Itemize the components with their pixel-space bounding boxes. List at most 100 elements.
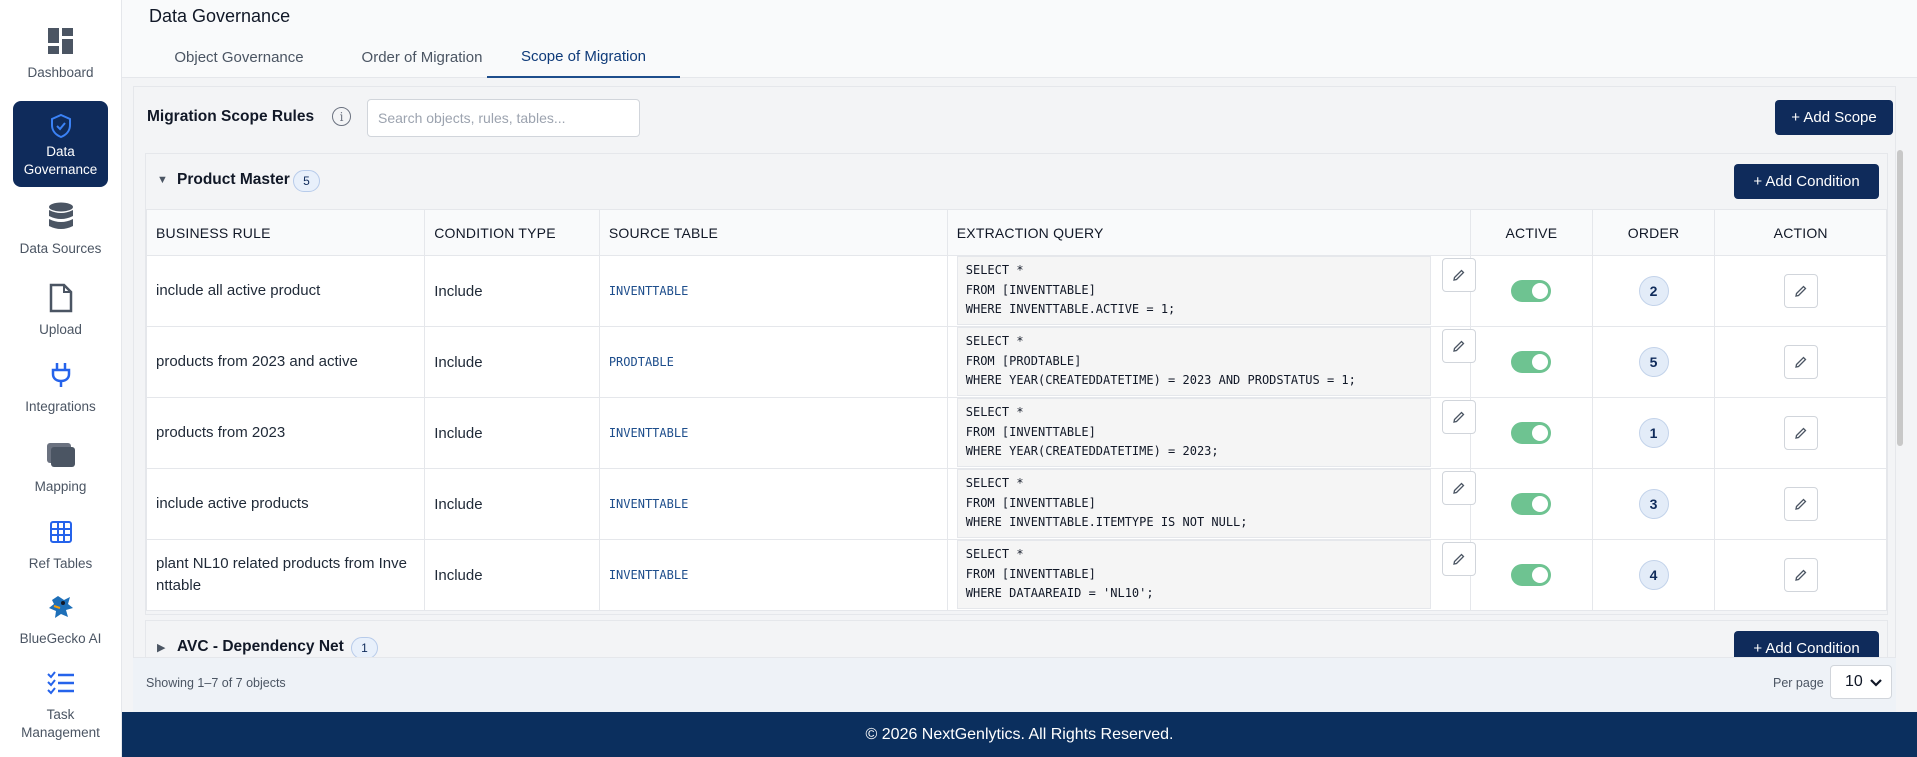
sidebar-item-mapping[interactable]: Mapping — [13, 440, 108, 496]
sidebar-item-upload[interactable]: Upload — [13, 283, 108, 339]
order-cell: 4 — [1591, 539, 1716, 611]
tab-object-governance[interactable]: Object Governance — [149, 36, 329, 78]
table-row: products from 2023 and active Include PR… — [145, 326, 1887, 398]
active-toggle[interactable] — [1511, 564, 1552, 586]
table-header-row: BUSINESS RULE CONDITION TYPE SOURCE TABL… — [145, 209, 1887, 256]
pagination-bar: Showing 1–7 of 7 objects Per page 10 — [133, 657, 1896, 712]
sidebar: Dashboard Data Governance Data Sources U… — [0, 0, 122, 757]
pencil-icon — [1452, 553, 1465, 565]
edit-query-button[interactable] — [1441, 471, 1476, 505]
caret-right-icon[interactable]: ▶ — [157, 641, 165, 654]
pencil-icon — [1794, 569, 1807, 581]
source-table-cell: INVENTTABLE — [598, 539, 948, 611]
business-rule-cell: products from 2023 and active — [145, 326, 426, 398]
sidebar-item-task-management[interactable]: Task Management — [13, 668, 108, 742]
action-cell — [1714, 468, 1887, 540]
column-header: ORDER — [1591, 209, 1716, 256]
table-row: include active products Include INVENTTA… — [145, 468, 1887, 540]
edit-rule-button[interactable] — [1783, 487, 1818, 521]
pencil-icon — [1794, 356, 1807, 368]
sidebar-item-label: Data Sources — [19, 241, 102, 256]
sidebar-item-label: Ref Tables — [28, 556, 93, 571]
extraction-query-cell: SELECT * FROM [PRODTABLE] WHERE YEAR(CRE… — [946, 326, 1476, 398]
sidebar-item-data-sources[interactable]: Data Sources — [13, 202, 108, 258]
source-table-cell: INVENTTABLE — [598, 468, 948, 540]
sidebar-item-label: Integrations — [25, 399, 96, 414]
per-page-label: Per page — [1773, 676, 1824, 690]
column-header: CONDITION TYPE — [424, 209, 600, 256]
chevron-down-icon — [1870, 679, 1882, 687]
order-cell: 1 — [1591, 397, 1716, 469]
active-toggle[interactable] — [1511, 493, 1552, 515]
edit-rule-button[interactable] — [1783, 274, 1818, 308]
sidebar-item-data-governance[interactable]: Data Governance — [13, 101, 108, 187]
active-toggle[interactable] — [1511, 280, 1552, 302]
active-cell — [1470, 468, 1593, 540]
scope-group-product-master: ▼ Product Master 5 + Add Condition BUSIN… — [145, 153, 1888, 615]
group-name: AVC - Dependency Net — [177, 638, 344, 655]
sidebar-item-label: Task Management — [21, 707, 100, 740]
query-text: SELECT * FROM [INVENTTABLE] WHERE INVENT… — [956, 256, 1431, 325]
migration-scope-panel: Migration Scope Rules i + Add Scope ▼ Pr… — [133, 86, 1896, 712]
query-text: SELECT * FROM [PRODTABLE] WHERE YEAR(CRE… — [956, 327, 1431, 396]
scope-rules-table: BUSINESS RULE CONDITION TYPE SOURCE TABL… — [145, 209, 1887, 611]
section-title: Migration Scope Rules — [147, 108, 315, 125]
sidebar-item-ref-tables[interactable]: Ref Tables — [13, 517, 108, 573]
tab-scope-of-migration[interactable]: Scope of Migration — [487, 36, 680, 78]
sidebar-item-integrations[interactable]: Integrations — [13, 360, 108, 416]
order-badge: 1 — [1638, 418, 1669, 448]
sidebar-item-label: BlueGecko AI — [19, 631, 102, 646]
active-toggle[interactable] — [1511, 422, 1552, 444]
sidebar-item-label: Mapping — [34, 479, 87, 494]
source-table-cell: PRODTABLE — [598, 326, 948, 398]
edit-query-button[interactable] — [1441, 258, 1476, 292]
group-header[interactable]: ▶ AVC - Dependency Net 1 + Add Condition — [146, 621, 1887, 659]
add-condition-button[interactable]: + Add Condition — [1734, 631, 1879, 659]
scope-group-avc-dependency-net: ▶ AVC - Dependency Net 1 + Add Condition — [145, 620, 1888, 660]
pencil-icon — [1452, 269, 1465, 281]
pencil-icon — [1452, 411, 1465, 423]
order-badge: 4 — [1638, 560, 1669, 590]
add-condition-button[interactable]: + Add Condition — [1734, 164, 1879, 199]
extraction-query-cell: SELECT * FROM [INVENTTABLE] WHERE DATAAR… — [946, 539, 1476, 611]
edit-rule-button[interactable] — [1783, 345, 1818, 379]
copyright-footer: © 2026 NextGenlytics. All Rights Reserve… — [122, 712, 1917, 757]
business-rule-cell: plant NL10 related products from Inve nt… — [145, 539, 426, 611]
edit-query-button[interactable] — [1441, 400, 1476, 434]
table-row: plant NL10 related products from Inve nt… — [145, 539, 1887, 611]
edit-rule-button[interactable] — [1783, 558, 1818, 592]
edit-query-button[interactable] — [1441, 542, 1476, 576]
showing-count: Showing 1–7 of 7 objects — [146, 676, 286, 690]
plug-icon — [46, 360, 76, 390]
column-header: EXTRACTION QUERY — [946, 209, 1472, 256]
table-icon — [46, 517, 76, 547]
condition-type-cell: Include — [424, 397, 600, 469]
vertical-scrollbar[interactable] — [1897, 150, 1903, 446]
sidebar-item-dashboard[interactable]: Dashboard — [13, 26, 108, 82]
condition-type-cell: Include — [424, 255, 600, 327]
active-toggle[interactable] — [1511, 351, 1552, 373]
source-table-cell: INVENTTABLE — [598, 255, 948, 327]
add-scope-button[interactable]: + Add Scope — [1775, 100, 1893, 135]
info-icon[interactable]: i — [332, 107, 351, 126]
search-input[interactable] — [367, 99, 640, 137]
pencil-icon — [1794, 427, 1807, 439]
group-header[interactable]: ▼ Product Master 5 + Add Condition — [146, 154, 1887, 209]
dashboard-icon — [46, 26, 76, 56]
per-page-select[interactable]: 10 — [1830, 665, 1892, 699]
pencil-icon — [1452, 482, 1465, 494]
edit-rule-button[interactable] — [1783, 416, 1818, 450]
pencil-icon — [1794, 498, 1807, 510]
caret-down-icon[interactable]: ▼ — [157, 174, 168, 186]
table-row: include all active product Include INVEN… — [145, 255, 1887, 327]
edit-query-button[interactable] — [1441, 329, 1476, 363]
table-row: products from 2023 Include INVENTTABLE S… — [145, 397, 1887, 469]
column-header: ACTIVE — [1470, 209, 1593, 256]
column-header: ACTION — [1714, 209, 1887, 256]
pencil-icon — [1452, 340, 1465, 352]
order-cell: 3 — [1591, 468, 1716, 540]
sidebar-item-bluegecko-ai[interactable]: BlueGecko AI — [13, 592, 108, 648]
sidebar-item-label: Dashboard — [27, 65, 94, 80]
page-header: Data Governance Object Governance Order … — [122, 0, 1917, 78]
action-cell — [1714, 326, 1887, 398]
